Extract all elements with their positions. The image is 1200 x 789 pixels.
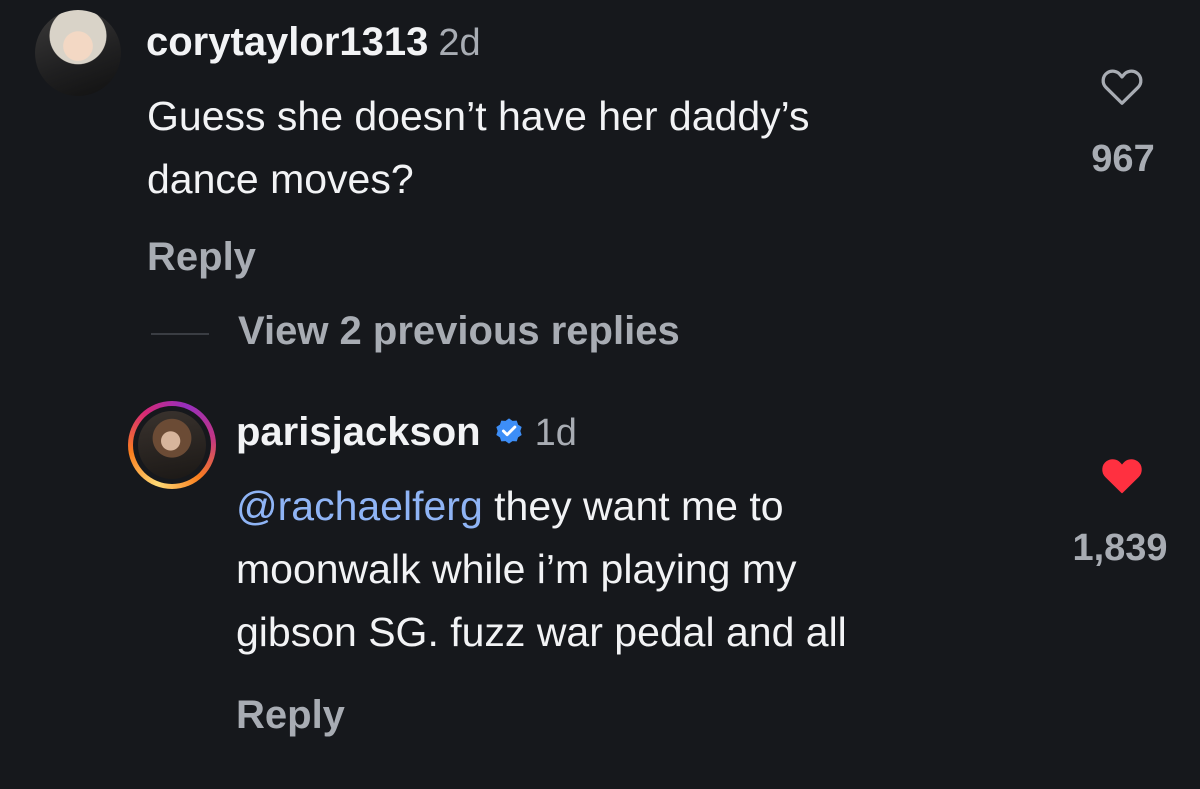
- comment-text: @rachaelferg they want me to moonwalk wh…: [236, 475, 847, 664]
- heart-filled-icon[interactable]: [1100, 455, 1144, 495]
- avatar-photo: [138, 411, 206, 479]
- mention-link[interactable]: @rachaelferg: [236, 483, 483, 529]
- timestamp: 2d: [438, 22, 481, 64]
- comment-text-segment: they want me to: [482, 483, 784, 529]
- comment-text-line: @rachaelferg they want me to: [236, 475, 847, 538]
- comment-text-line: Guess she doesn’t have her daddy’s: [147, 93, 810, 139]
- comment-text-line: moonwalk while i’m playing my: [236, 546, 797, 592]
- comment-header: parisjackson 1d: [236, 410, 577, 455]
- comment-text: Guess she doesn’t have her daddy’s dance…: [147, 85, 810, 211]
- reply-button[interactable]: Reply: [147, 235, 256, 280]
- reply-button[interactable]: Reply: [236, 693, 345, 738]
- comment-text-line: gibson SG. fuzz war pedal and all: [236, 609, 847, 655]
- username[interactable]: parisjackson: [236, 410, 481, 454]
- username[interactable]: corytaylor1313: [146, 20, 428, 64]
- comment-header: corytaylor1313 2d: [146, 20, 481, 65]
- like-count: 1,839: [1072, 527, 1168, 569]
- heart-icon[interactable]: [1100, 66, 1144, 106]
- comment-text-line: dance moves?: [147, 156, 414, 202]
- timestamp: 1d: [534, 412, 577, 454]
- view-replies-button[interactable]: View 2 previous replies: [238, 309, 680, 354]
- avatar[interactable]: [128, 401, 216, 489]
- avatar[interactable]: [35, 10, 121, 96]
- reply-thread-line: [151, 333, 209, 335]
- like-count: 967: [1091, 138, 1155, 180]
- verified-badge-icon: [495, 418, 522, 444]
